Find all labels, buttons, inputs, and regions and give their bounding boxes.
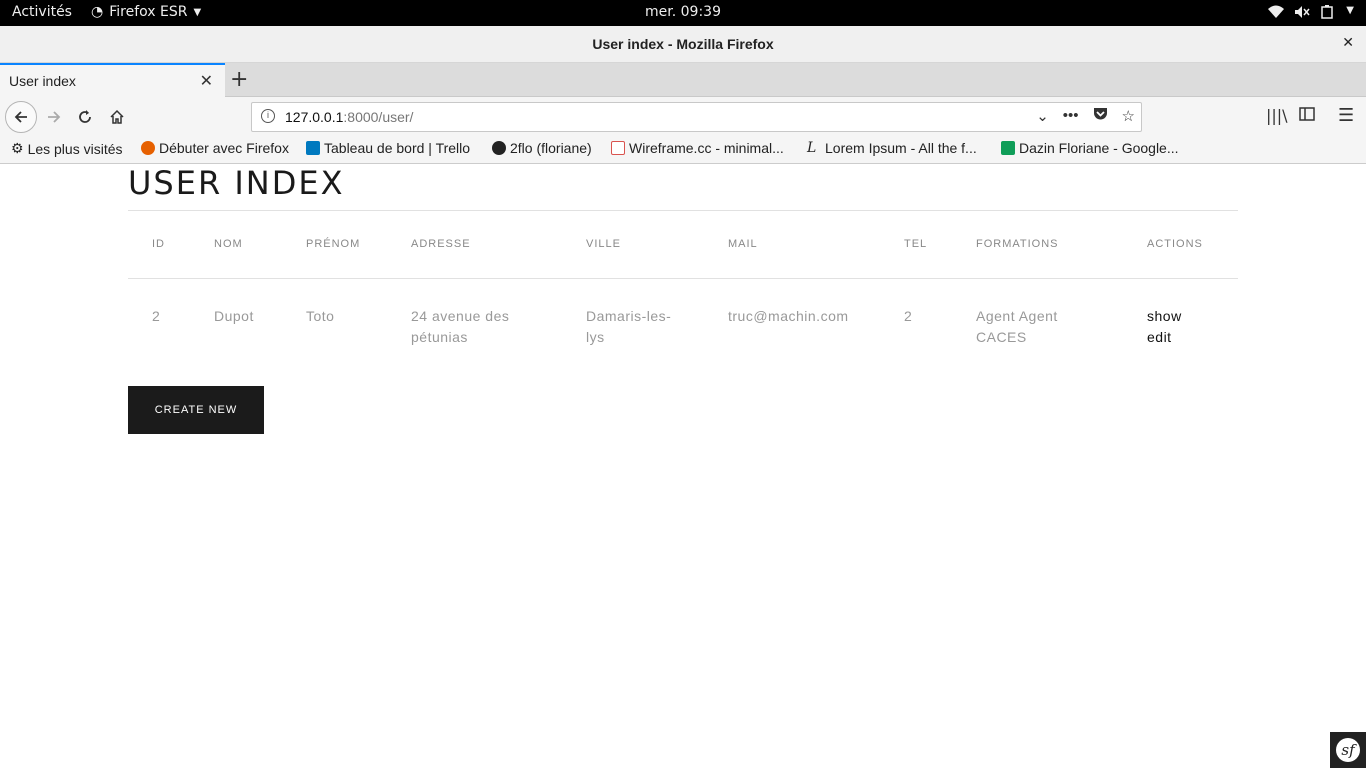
column-header-actions: ACTIONS (1147, 238, 1203, 250)
wifi-icon (1268, 5, 1285, 23)
bookmark-label: Débuter avec Firefox (159, 140, 289, 156)
battery-icon (1320, 5, 1336, 23)
hamburger-menu-icon[interactable]: ☰ (1338, 105, 1354, 126)
symfony-logo-icon: sf (1336, 738, 1360, 762)
cell-adresse-line1: 24 avenue des (411, 308, 510, 324)
lorem-icon: L (807, 140, 817, 156)
sidebar-icon[interactable] (1299, 106, 1315, 125)
chevron-down-icon: ▼ (1346, 5, 1354, 16)
back-button[interactable] (5, 101, 37, 133)
system-tray[interactable]: ▼ (1268, 5, 1354, 23)
bookmark-star-icon[interactable]: ☆ (1122, 107, 1135, 125)
bookmark-label: Lorem Ipsum - All the f... (825, 140, 977, 156)
cell-id: 2 (152, 308, 161, 324)
symfony-toolbar-toggle[interactable]: sf (1330, 732, 1366, 768)
tab-user-index[interactable]: User index ✕ (0, 63, 225, 97)
page-actions-icon[interactable]: ••• (1063, 107, 1079, 125)
new-tab-icon[interactable]: + (230, 67, 248, 92)
column-header-adresse: ADRESSE (411, 238, 471, 250)
tab-label: User index (9, 73, 76, 89)
column-header-mail: MAIL (728, 238, 758, 250)
close-tab-icon[interactable]: ✕ (200, 71, 213, 91)
close-window-icon[interactable]: ✕ (1342, 35, 1354, 51)
home-button[interactable] (103, 103, 131, 131)
bookmark-label: Tableau de bord | Trello (324, 140, 471, 156)
cell-formations: Agent Agent CACES (976, 306, 1058, 348)
navigation-toolbar: i 127.0.0.1:8000/user/ ⌄ ••• ☆ |||\ ☰ (0, 97, 1366, 137)
edit-link[interactable]: edit (1147, 329, 1172, 345)
forward-button[interactable] (40, 103, 68, 131)
column-header-prenom: PRÉNOM (306, 238, 361, 250)
reload-button[interactable] (71, 103, 99, 131)
cell-adresse: 24 avenue des pétunias (411, 306, 509, 348)
pocket-icon[interactable] (1093, 107, 1108, 125)
url-text[interactable]: 127.0.0.1:8000/user/ (285, 109, 413, 125)
cell-prenom: Toto (306, 308, 335, 324)
chevron-down-icon[interactable]: ⌄ (1036, 107, 1049, 125)
firefox-icon (141, 141, 155, 155)
cell-ville-line2: lys (586, 329, 605, 345)
bookmark-item[interactable]: Dazin Floriane - Google... (1001, 140, 1179, 156)
window-titlebar: User index - Mozilla Firefox ✕ (0, 26, 1366, 63)
cell-actions: show edit (1147, 306, 1182, 348)
bookmarks-toolbar: ⚙ Les plus visités Débuter avec Firefox T… (0, 137, 1366, 164)
github-icon (492, 141, 506, 155)
bookmark-item[interactable]: ⚙ Les plus visités (11, 140, 123, 157)
bookmark-item[interactable]: Tableau de bord | Trello (306, 140, 470, 156)
bookmark-label: 2flo (floriane) (510, 140, 592, 156)
bookmark-label: Dazin Floriane - Google... (1019, 140, 1179, 156)
divider (128, 210, 1238, 211)
cell-formations-line1: Agent Agent (976, 308, 1058, 324)
column-header-ville: VILLE (586, 238, 621, 250)
cell-adresse-line2: pétunias (411, 329, 468, 345)
bookmark-label: Wireframe.cc - minimal... (629, 140, 784, 156)
divider (128, 278, 1238, 279)
bookmark-label: Les plus visités (27, 140, 123, 157)
page-title: USER INDEX (128, 164, 345, 202)
show-link[interactable]: show (1147, 308, 1182, 324)
url-bar[interactable]: i 127.0.0.1:8000/user/ ⌄ ••• ☆ (251, 102, 1142, 132)
page-content: USER INDEX ID NOM PRÉNOM ADRESSE VILLE M… (0, 164, 1366, 768)
cell-ville: Damaris-les- lys (586, 306, 671, 348)
cell-tel: 2 (904, 308, 913, 324)
column-header-nom: NOM (214, 238, 243, 250)
bookmark-item[interactable]: Débuter avec Firefox (141, 140, 289, 156)
cell-nom: Dupot (214, 308, 254, 324)
create-new-button[interactable]: CREATE NEW (128, 386, 264, 434)
bookmark-item[interactable]: L Lorem Ipsum - All the f... (807, 140, 977, 156)
site-info-icon[interactable]: i (261, 109, 275, 123)
cell-ville-line1: Damaris-les- (586, 308, 672, 324)
clock[interactable]: mer. 09:39 (0, 4, 1366, 20)
wireframe-icon (611, 141, 625, 155)
google-sheets-icon (1001, 141, 1015, 155)
column-header-tel: TEL (904, 238, 928, 250)
column-header-id: ID (152, 238, 165, 250)
library-icon[interactable]: |||\ (1266, 106, 1288, 125)
cell-formations-line2: CACES (976, 329, 1027, 345)
bookmark-item[interactable]: 2flo (floriane) (492, 140, 592, 156)
bookmark-item[interactable]: Wireframe.cc - minimal... (611, 140, 784, 156)
trello-icon (306, 141, 320, 155)
system-top-bar: Activités ◔ Firefox ESR ▼ mer. 09:39 ▼ (0, 0, 1366, 26)
url-path: :8000/user/ (343, 109, 414, 125)
url-host: 127.0.0.1 (285, 109, 344, 125)
gear-icon: ⚙ (11, 140, 24, 156)
cell-mail: truc@machin.com (728, 308, 849, 324)
column-header-formations: FORMATIONS (976, 238, 1059, 250)
volume-muted-icon (1294, 5, 1310, 23)
tab-strip: User index ✕ + (0, 63, 1366, 97)
window-title: User index - Mozilla Firefox (592, 36, 774, 52)
